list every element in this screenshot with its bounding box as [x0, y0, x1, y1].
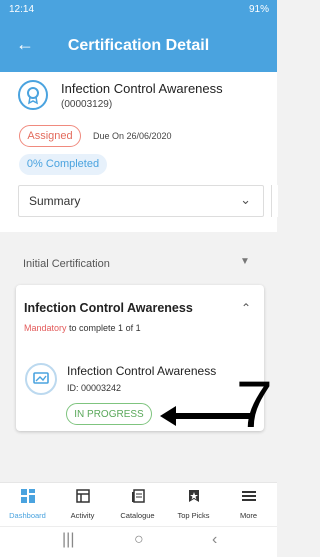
- menu-icon: [221, 489, 276, 505]
- card-title: Infection Control Awareness: [24, 301, 193, 315]
- caret-down-icon[interactable]: ▼: [240, 256, 250, 267]
- annotation-number: 7: [236, 367, 273, 441]
- completion-badge: 0% Completed: [19, 154, 107, 175]
- top-picks-icon: [166, 489, 221, 505]
- nav-activity[interactable]: Activity: [55, 483, 110, 527]
- mandatory-text: Mandatory to complete 1 of 1: [24, 323, 141, 333]
- section-label: Initial Certification: [23, 258, 110, 270]
- course-icon: [25, 363, 57, 395]
- status-time: 12:14: [9, 4, 35, 15]
- summary-dropdown[interactable]: Summary ⌄: [18, 185, 264, 217]
- system-nav: ||| ○ ‹: [0, 526, 277, 557]
- catalogue-icon: [110, 489, 165, 505]
- course-id: ID: 00003242: [67, 383, 122, 393]
- nav-label: Catalogue: [120, 511, 155, 520]
- home-icon[interactable]: ○: [134, 531, 144, 549]
- nav-more[interactable]: More: [221, 483, 276, 527]
- chevron-down-icon: ⌄: [240, 192, 251, 207]
- nav-label: Top Picks: [177, 511, 210, 520]
- assigned-badge: Assigned: [19, 125, 81, 147]
- mandatory-label: Mandatory: [24, 323, 67, 333]
- status-battery: 91%: [248, 4, 269, 15]
- certificate-icon: [18, 80, 48, 110]
- in-progress-badge: IN PROGRESS: [66, 403, 152, 425]
- chevron-up-icon[interactable]: ⌃: [241, 301, 251, 315]
- status-bar: 12:14 91%: [0, 0, 277, 20]
- bottom-nav: Dashboard Activity Catalogue Top Picks M…: [0, 482, 277, 527]
- mandatory-detail: to complete 1 of 1: [66, 323, 141, 333]
- due-date: Due On 26/06/2020: [93, 131, 172, 141]
- nav-top-picks[interactable]: Top Picks: [166, 483, 221, 527]
- page-title: Certification Detail: [67, 37, 210, 54]
- app-bar: ← Certification Detail: [0, 20, 277, 72]
- recents-icon[interactable]: |||: [62, 531, 74, 549]
- nav-label: Dashboard: [9, 511, 46, 520]
- course-title[interactable]: Infection Control Awareness: [67, 364, 216, 378]
- activity-icon: [55, 489, 110, 505]
- certification-title: Infection Control Awareness: [61, 81, 223, 96]
- nav-catalogue[interactable]: Catalogue: [110, 483, 165, 527]
- certification-code: (00003129): [61, 99, 113, 110]
- nav-label: Activity: [70, 511, 95, 520]
- next-panel-edge: [271, 185, 278, 217]
- nav-dashboard[interactable]: Dashboard: [0, 483, 55, 527]
- dashboard-icon: [0, 489, 55, 505]
- summary-label: Summary: [29, 194, 81, 208]
- back-icon[interactable]: ‹: [212, 531, 217, 549]
- nav-label: More: [239, 511, 258, 520]
